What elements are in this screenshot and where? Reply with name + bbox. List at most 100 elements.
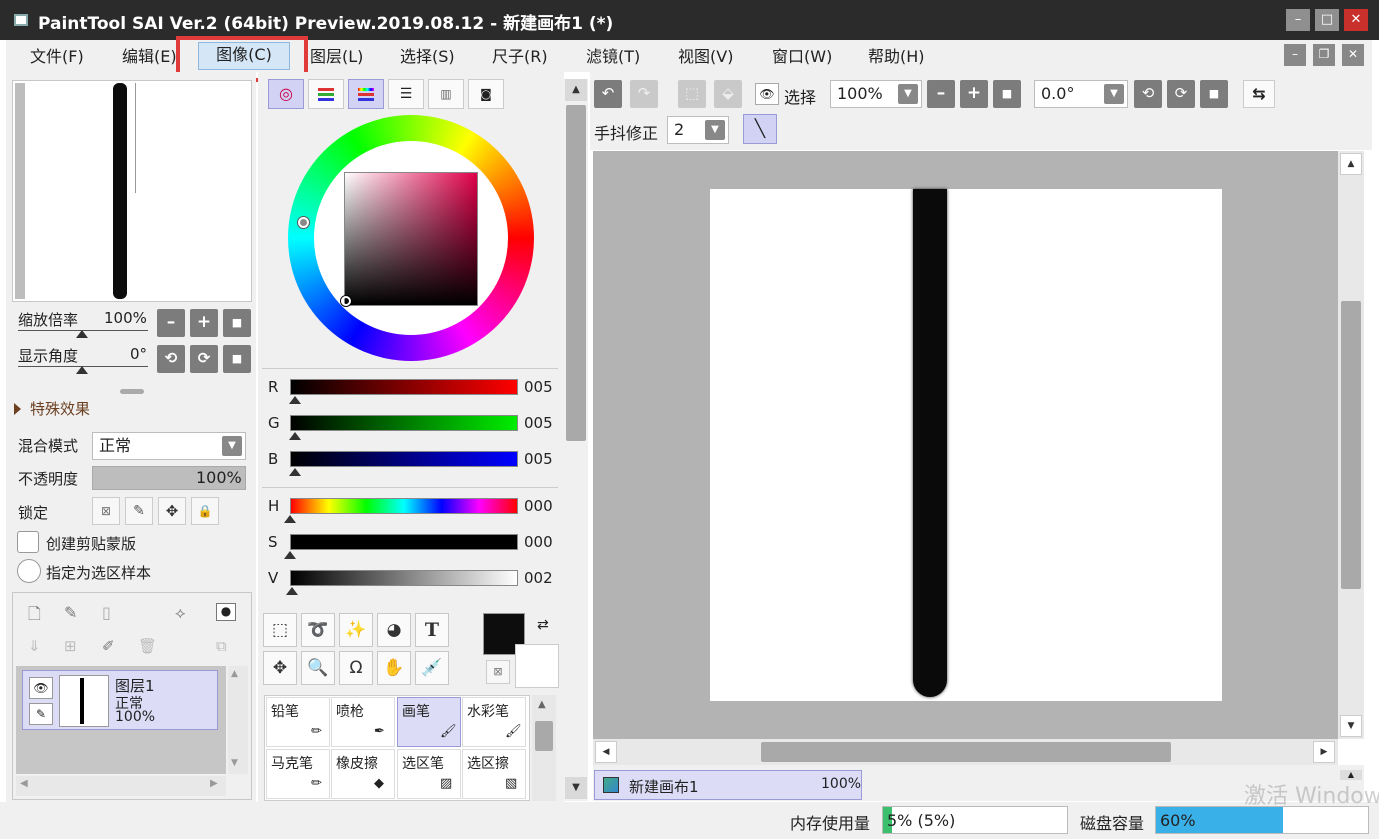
text-tool-icon[interactable]: T — [415, 613, 449, 647]
mdi-close-button[interactable]: ✕ — [1342, 44, 1364, 66]
swatches-tab-icon[interactable]: ☰ — [388, 79, 424, 109]
menu-select[interactable]: 选择(S) — [390, 44, 465, 70]
menu-ruler[interactable]: 尺子(R) — [482, 44, 558, 70]
minimize-button[interactable]: – — [1286, 9, 1310, 31]
lock-all-icon[interactable]: 🔒 — [191, 497, 219, 525]
r-slider[interactable] — [290, 379, 518, 395]
eye-icon[interactable]: 👁 — [755, 83, 779, 105]
clear-layer-icon[interactable]: ✐ — [102, 637, 115, 655]
scroll-up-icon[interactable]: ▲ — [565, 79, 587, 101]
brush-brush[interactable]: 画笔 🖌 — [397, 697, 461, 747]
g-slider-handle[interactable] — [288, 432, 301, 440]
maximize-button[interactable]: □ — [1315, 9, 1339, 31]
menu-layer[interactable]: 图层(L) — [300, 44, 373, 70]
shape-icon[interactable]: ◕ — [377, 613, 411, 647]
merge-down-icon[interactable]: ⊞ — [64, 637, 77, 655]
rotate-icon[interactable]: Ω — [339, 651, 373, 685]
selection-sample-radio[interactable] — [17, 559, 41, 583]
effects-label[interactable]: 特殊效果 — [30, 398, 90, 419]
menu-window[interactable]: 窗口(W) — [762, 44, 842, 70]
layer-scrollbar[interactable]: ▲ ▼ — [228, 666, 248, 774]
brush-marker[interactable]: 马克笔 ✏ — [266, 749, 330, 799]
zoom-icon[interactable]: 🔍 — [301, 651, 335, 685]
mask-icon[interactable]: ● — [216, 603, 236, 621]
brush-scrollbar[interactable]: ▲ — [532, 695, 556, 801]
g-slider[interactable] — [290, 415, 518, 431]
transfer-down-icon[interactable]: ⇓ — [28, 637, 41, 655]
panel-splitter[interactable] — [120, 389, 144, 394]
redo-button[interactable]: ↷ — [630, 80, 658, 108]
flip-horizontal-button[interactable]: ⇆ — [1243, 80, 1275, 108]
color-picker-tab-icon[interactable]: ◙ — [468, 79, 504, 109]
hand-icon[interactable]: ✋ — [377, 651, 411, 685]
angle-slider-handle[interactable] — [76, 366, 88, 374]
canvas-hscrollbar[interactable]: ◀ ▶ — [593, 739, 1338, 765]
scroll-up-icon[interactable]: ▲ — [1340, 153, 1362, 175]
v-slider-handle[interactable] — [286, 587, 299, 595]
lock-transparency-icon[interactable]: ⊠ — [92, 497, 120, 525]
b-slider[interactable] — [290, 451, 518, 467]
brush-watercolor[interactable]: 水彩笔 🖌 — [462, 697, 526, 747]
rotate-cw-button[interactable]: ⟳ — [190, 345, 218, 373]
sv-square[interactable] — [344, 172, 478, 306]
expand-arrow-icon[interactable] — [14, 403, 21, 415]
zoom-slider-handle[interactable] — [76, 330, 88, 338]
layer-item[interactable]: 👁 ✎ 图层1 正常 100% — [22, 670, 218, 730]
h-slider-handle[interactable] — [284, 515, 296, 523]
menu-view[interactable]: 视图(V) — [668, 44, 743, 70]
move-icon[interactable]: ✥ — [263, 651, 297, 685]
canvas-viewport[interactable] — [593, 151, 1338, 739]
canvas-zoom-reset-button[interactable]: ■ — [993, 80, 1021, 108]
magic-wand-icon[interactable]: ✨ — [339, 613, 373, 647]
layer-hscrollbar[interactable]: ◀ ▶ — [16, 776, 226, 796]
scroll-down-icon[interactable]: ▼ — [565, 777, 587, 799]
chevron-down-icon[interactable]: ▼ — [898, 84, 918, 104]
rect-select-icon[interactable]: ⬚ — [263, 613, 297, 647]
rotate-reset-button[interactable]: ■ — [223, 345, 251, 373]
mdi-minimize-button[interactable]: – — [1284, 44, 1306, 66]
r-slider-handle[interactable] — [288, 396, 301, 404]
h-slider[interactable] — [290, 498, 518, 514]
b-slider-handle[interactable] — [288, 468, 301, 476]
chevron-down-icon[interactable]: ▼ — [222, 436, 242, 456]
s-slider[interactable] — [290, 534, 518, 550]
v-slider[interactable] — [290, 570, 518, 586]
hue-marker[interactable] — [298, 217, 309, 228]
menu-file[interactable]: 文件(F) — [20, 44, 94, 70]
canvas-document[interactable] — [710, 189, 1222, 701]
close-button[interactable]: ✕ — [1344, 9, 1368, 31]
scroll-down-icon[interactable]: ▼ — [1340, 715, 1362, 737]
rotate-ccw-button[interactable]: ⟲ — [157, 345, 185, 373]
canvas-rotate-cw-button[interactable]: ⟳ — [1167, 80, 1195, 108]
menu-help[interactable]: 帮助(H) — [858, 44, 935, 70]
new-layer-icon[interactable]: 🗋 — [28, 603, 41, 630]
invert-selection-button[interactable]: ⬙ — [714, 80, 742, 108]
brush-select-eraser[interactable]: 选区擦 ▧ — [462, 749, 526, 799]
transparent-color-icon[interactable]: ⊠ — [486, 660, 510, 684]
deselect-button[interactable]: ⬚ — [678, 80, 706, 108]
brush-pencil[interactable]: 铅笔 ✏ — [266, 697, 330, 747]
layer-mask-icon[interactable]: ⟡ — [175, 603, 186, 623]
lock-move-icon[interactable]: ✥ — [158, 497, 186, 525]
menu-filter[interactable]: 滤镜(T) — [576, 44, 650, 70]
chevron-down-icon[interactable]: ▼ — [1104, 84, 1124, 104]
mdi-restore-button[interactable]: ❐ — [1313, 44, 1335, 66]
straight-line-button[interactable]: ╲ — [743, 114, 777, 144]
undo-button[interactable]: ↶ — [594, 80, 622, 108]
brush-eraser[interactable]: 橡皮擦 ◆ — [331, 749, 395, 799]
new-vector-layer-icon[interactable]: ✎ — [64, 603, 77, 622]
zoom-reset-button[interactable]: ■ — [223, 309, 251, 337]
brush-airbrush[interactable]: 喷枪 ✒ — [331, 697, 395, 747]
zoom-out-button[interactable]: – — [157, 309, 185, 337]
lasso-icon[interactable]: ➰ — [301, 613, 335, 647]
canvas-zoom-in-button[interactable]: + — [960, 80, 988, 108]
s-slider-handle[interactable] — [284, 551, 296, 559]
zoom-in-button[interactable]: + — [190, 309, 218, 337]
sv-marker[interactable] — [341, 296, 351, 306]
new-folder-icon[interactable]: ▯ — [102, 603, 111, 622]
scroll-right-icon[interactable]: ▶ — [1313, 741, 1335, 763]
lock-paint-icon[interactable]: ✎ — [125, 497, 153, 525]
canvas-vscrollbar[interactable]: ▲ ▼ — [1338, 151, 1364, 739]
pencil-icon[interactable]: ✎ — [29, 703, 53, 725]
hsv-sliders-tab-icon[interactable] — [348, 79, 384, 109]
